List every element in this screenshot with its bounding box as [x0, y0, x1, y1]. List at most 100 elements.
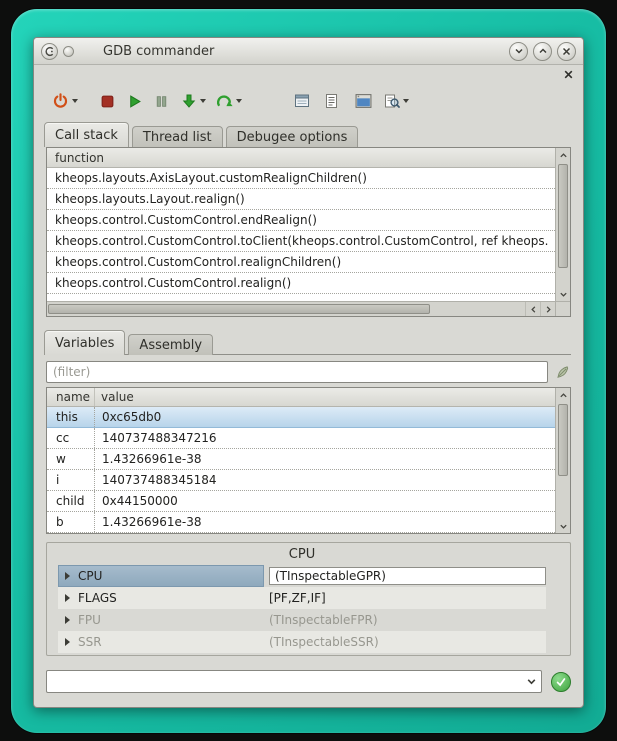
column-header-value[interactable]: value	[95, 388, 555, 406]
frame-viewer-icon	[294, 93, 310, 109]
variable-row[interactable]: w 1.43266961e-38	[47, 449, 555, 470]
confirm-button[interactable]	[551, 672, 571, 692]
callstack-row[interactable]: kheops.control.CustomControl.realignChil…	[47, 252, 555, 273]
cpu-row-label-area: SSR	[58, 631, 264, 653]
tab-debugee-options[interactable]: Debugee options	[226, 126, 359, 147]
callstack-row[interactable]: kheops.control.CustomControl.endRealign(…	[47, 210, 555, 231]
step-over-icon	[216, 93, 233, 110]
cpu-row-label-area: CPU	[58, 565, 264, 587]
command-input[interactable]	[47, 675, 521, 689]
command-bar	[46, 670, 571, 693]
scrollbar-track[interactable]	[556, 162, 570, 287]
cpu-tree-row[interactable]: FPU (TInspectableFPR)	[58, 609, 546, 631]
run-button[interactable]	[125, 87, 144, 115]
horizontal-scrollbar[interactable]	[47, 301, 555, 316]
maximize-button[interactable]	[533, 42, 552, 61]
titlebar-buttons	[509, 42, 576, 61]
expand-arrow-icon[interactable]	[58, 572, 76, 580]
call-stack-list: function kheops.layouts.AxisLayout.custo…	[47, 148, 555, 301]
scroll-right-button[interactable]	[540, 302, 555, 316]
variable-value: 140737488347216	[95, 428, 555, 448]
tab-assembly[interactable]: Assembly	[128, 334, 213, 355]
scroll-down-button[interactable]	[556, 287, 570, 301]
scroll-up-button[interactable]	[556, 148, 570, 162]
variable-name: w	[47, 449, 95, 469]
pause-button[interactable]	[152, 87, 171, 115]
expand-arrow-icon[interactable]	[58, 616, 76, 624]
scrollbar-track[interactable]	[47, 302, 525, 316]
column-header-name[interactable]: name	[47, 388, 95, 406]
close-button[interactable]	[557, 42, 576, 61]
cpu-tree-row[interactable]: SSR (TInspectableSSR)	[58, 631, 546, 653]
dock-close-button[interactable]	[562, 68, 574, 80]
scrollbar-track[interactable]	[556, 402, 570, 519]
filter-input[interactable]	[46, 361, 548, 383]
dropdown-chevron-icon	[200, 99, 206, 103]
variable-row[interactable]: cc 140737488347216	[47, 428, 555, 449]
callstack-row[interactable]: kheops.control.CustomControl.realign()	[47, 273, 555, 294]
callstack-row[interactable]: kheops.layouts.Layout.realign()	[47, 189, 555, 210]
variable-row[interactable]: i 140737488345184	[47, 470, 555, 491]
cpu-tree-row[interactable]: FLAGS [PF,ZF,IF]	[58, 587, 546, 609]
app-glyph	[44, 46, 55, 57]
vertical-scrollbar[interactable]	[555, 148, 570, 301]
stack-tabbar: Call stack Thread list Debugee options	[34, 121, 583, 147]
stop-button[interactable]	[98, 87, 117, 115]
variable-name: this	[47, 407, 95, 427]
tab-call-stack[interactable]: Call stack	[44, 122, 129, 147]
callstack-row[interactable]: kheops.layouts.AxisLayout.customRealignC…	[47, 168, 555, 189]
step-into-button[interactable]	[179, 87, 208, 115]
context-menu-icon[interactable]	[63, 46, 74, 57]
cpu-row-name: CPU	[76, 569, 102, 583]
list-button[interactable]	[322, 87, 341, 115]
app-icon[interactable]	[41, 43, 58, 60]
console-icon	[355, 93, 372, 109]
dropdown-chevron-icon	[72, 99, 78, 103]
watch-button[interactable]	[382, 87, 411, 115]
debug-toolbar	[34, 81, 583, 121]
screenshot-frame: GDB commander	[11, 9, 606, 733]
stop-icon	[100, 94, 115, 109]
chevron-up-icon	[559, 391, 568, 400]
variables-table: name value this 0xc65db0 cc 140737488347…	[47, 388, 555, 533]
expand-arrow-icon[interactable]	[58, 638, 76, 646]
tab-variables[interactable]: Variables	[44, 330, 125, 355]
filter-options-icon[interactable]	[553, 363, 571, 381]
scroll-down-button[interactable]	[556, 519, 570, 533]
variable-row[interactable]: child 0x44150000	[47, 491, 555, 512]
variable-row[interactable]: this 0xc65db0	[47, 407, 555, 428]
scroll-up-button[interactable]	[556, 388, 570, 402]
variables-panel: name value this 0xc65db0 cc 140737488347…	[46, 387, 571, 534]
expand-arrow-icon[interactable]	[58, 594, 76, 602]
variable-row[interactable]: b 1.43266961e-38	[47, 512, 555, 533]
close-icon	[562, 47, 571, 56]
variable-name: b	[47, 512, 95, 532]
check-icon	[555, 676, 567, 688]
titlebar[interactable]: GDB commander	[34, 38, 583, 65]
cpu-tree-row[interactable]: CPU (TInspectableGPR)	[58, 565, 546, 587]
inspect-tabbar: Variables Assembly	[34, 329, 583, 355]
vertical-scrollbar[interactable]	[555, 388, 570, 533]
dropdown-chevron-icon	[236, 99, 242, 103]
step-over-button[interactable]	[214, 87, 244, 115]
minimize-button[interactable]	[509, 42, 528, 61]
command-combobox[interactable]	[46, 670, 542, 693]
scroll-left-button[interactable]	[525, 302, 540, 316]
cpu-group-title: CPU	[58, 543, 546, 565]
combo-dropdown-button[interactable]	[521, 671, 541, 692]
callstack-row[interactable]: kheops.control.CustomControl.toClient(kh…	[47, 231, 555, 252]
variables-header-row: name value	[47, 388, 555, 407]
cpu-value-editor[interactable]: (TInspectableGPR)	[269, 567, 546, 585]
console-button[interactable]	[353, 87, 374, 115]
power-button[interactable]	[50, 87, 80, 115]
tab-thread-list[interactable]: Thread list	[132, 126, 223, 147]
frame-viewer-button[interactable]	[292, 87, 312, 115]
column-header-function[interactable]: function	[47, 148, 555, 168]
chevron-down-icon	[526, 676, 537, 687]
scrollbar-thumb[interactable]	[558, 164, 568, 268]
power-icon	[52, 93, 69, 110]
scrollbar-thumb[interactable]	[48, 304, 430, 314]
cpu-row-value: [PF,ZF,IF]	[264, 591, 546, 605]
scrollbar-thumb[interactable]	[558, 404, 568, 476]
cpu-row-label-area: FPU	[58, 609, 264, 631]
